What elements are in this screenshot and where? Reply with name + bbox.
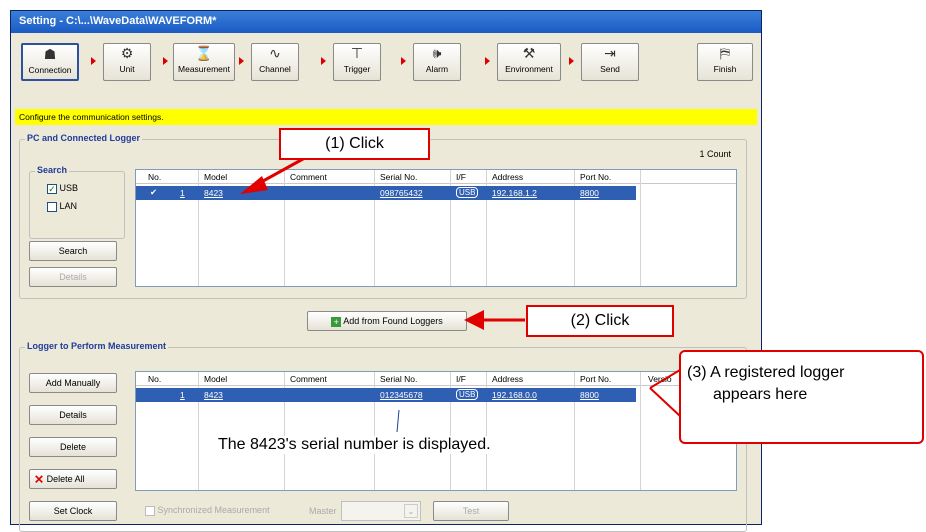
callout-click-2: (2) Click	[526, 305, 674, 337]
callout-registered-logger: (3) A registered logger appears here	[679, 350, 924, 444]
callout-click-1: (1) Click	[279, 128, 430, 160]
serial-number-note: The 8423's serial number is displayed.	[214, 436, 495, 454]
